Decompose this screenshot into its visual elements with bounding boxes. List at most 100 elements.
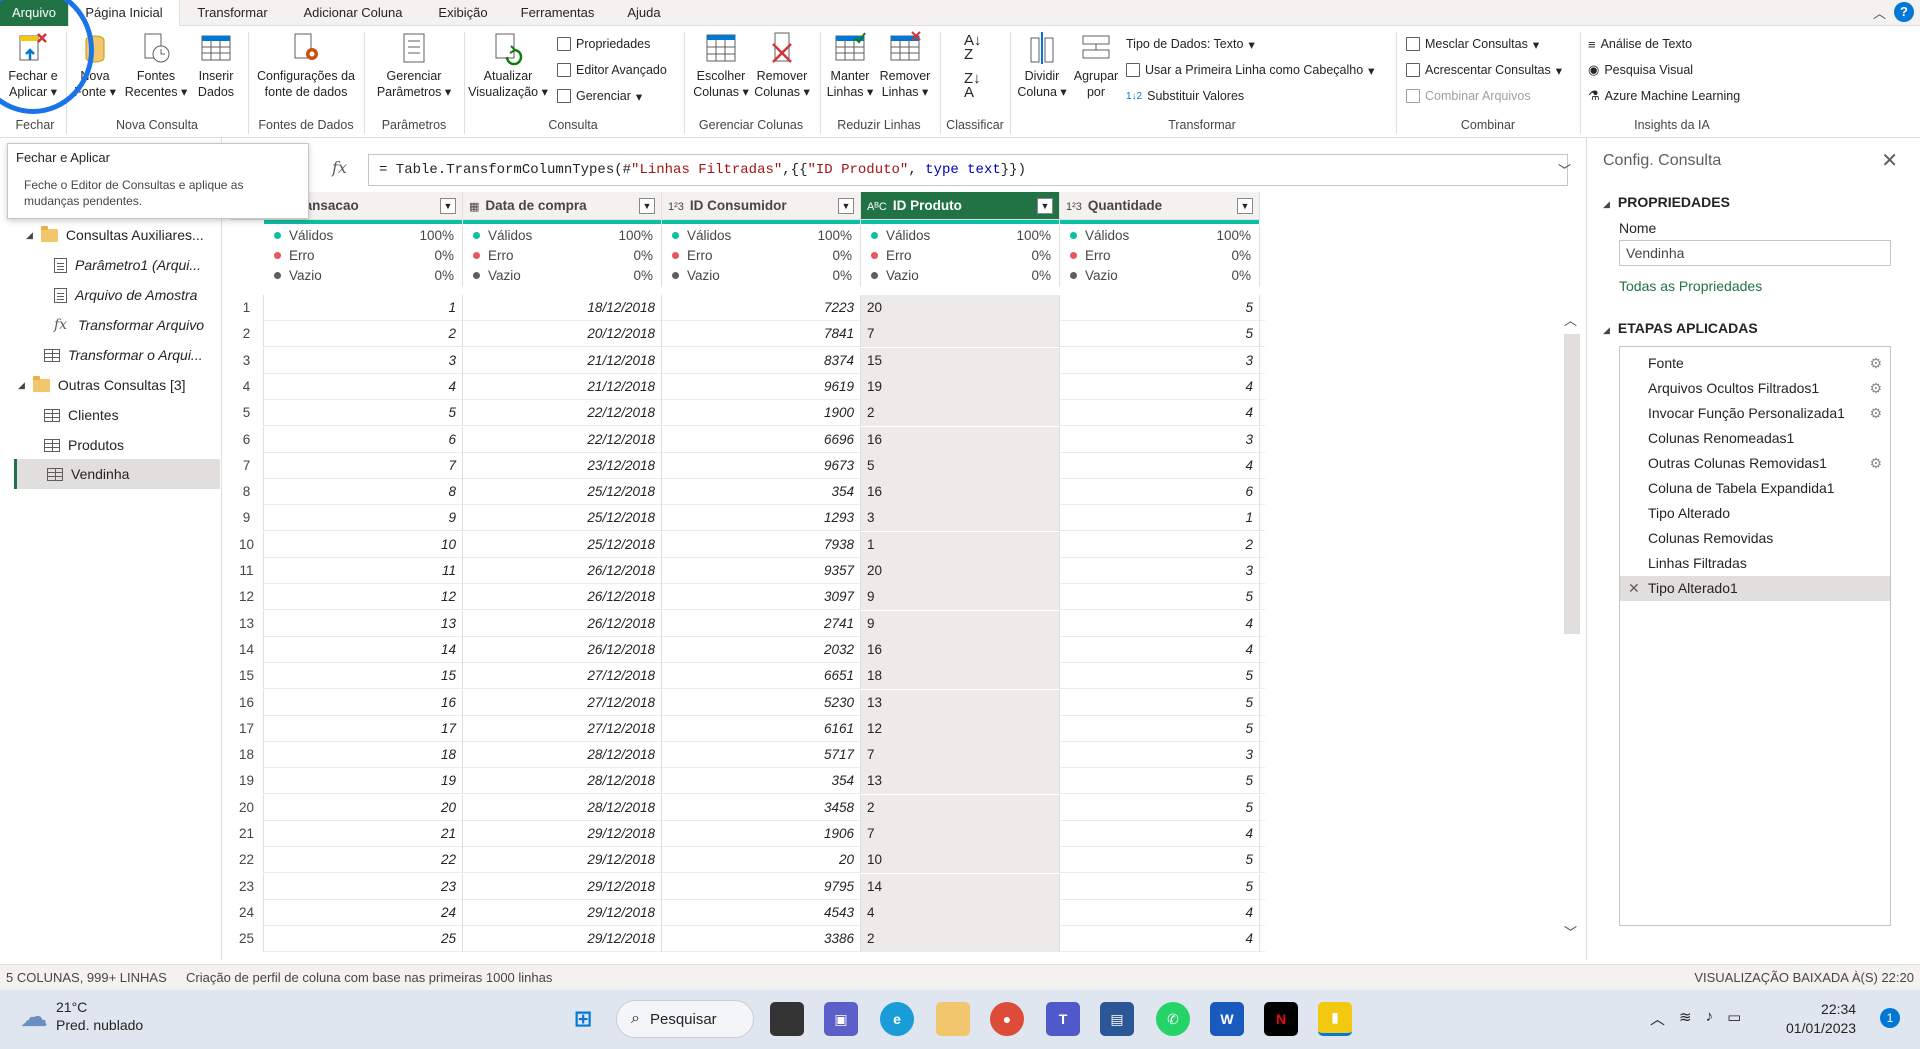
table-row[interactable]: 7 7 23/12/2018 9673 5 4 (230, 452, 1265, 479)
table-row[interactable]: 5 5 22/12/2018 1900 2 4 (230, 400, 1265, 427)
table-cell[interactable]: 7938 (662, 531, 861, 558)
tab-adicionar-coluna[interactable]: Adicionar Coluna (288, 0, 418, 26)
table-cell[interactable]: 2741 (662, 610, 861, 637)
table-cell[interactable]: 3 (1060, 558, 1260, 584)
table-cell[interactable]: 5 (1060, 584, 1260, 611)
folder-consultas-auxiliares[interactable]: ◢ Consultas Auxiliares... (26, 222, 204, 248)
table-cell[interactable]: 20 (861, 295, 1060, 321)
table-cell[interactable]: 4 (861, 899, 1060, 926)
table-row[interactable]: 17 17 27/12/2018 6161 12 5 (230, 715, 1265, 742)
table-cell[interactable]: 9357 (662, 558, 861, 584)
table-cell[interactable]: 21/12/2018 (463, 347, 662, 374)
row-number[interactable]: 17 (230, 715, 264, 742)
battery-icon[interactable]: ▭ (1727, 1008, 1741, 1029)
applied-step[interactable]: Invocar Função Personalizada1 ⚙ (1620, 401, 1890, 426)
column-header[interactable]: 1²3 Quantidade ▼ (1060, 192, 1260, 220)
table-row[interactable]: 1 1 18/12/2018 7223 20 5 (230, 295, 1265, 321)
table-row[interactable]: 13 13 26/12/2018 2741 9 4 (230, 610, 1265, 637)
tab-pagina-inicial[interactable]: Página Inicial (68, 0, 180, 27)
table-cell[interactable]: 2032 (662, 636, 861, 663)
data-type-dropdown[interactable]: Tipo de Dados: Texto ▾ (1126, 34, 1255, 54)
row-number[interactable]: 6 (230, 426, 264, 453)
table-row[interactable]: 4 4 21/12/2018 9619 19 4 (230, 373, 1265, 400)
table-cell[interactable]: 9 (264, 505, 463, 532)
table-cell[interactable]: 8374 (662, 347, 861, 374)
table-cell[interactable]: 3 (1060, 426, 1260, 453)
table-cell[interactable]: 18 (861, 663, 1060, 690)
data-type-icon[interactable]: ▦ (469, 201, 479, 213)
table-cell[interactable]: 7223 (662, 295, 861, 321)
table-row[interactable]: 11 11 26/12/2018 9357 20 3 (230, 558, 1265, 584)
text-analytics-button[interactable]: ≡ Análise de Texto (1588, 34, 1692, 54)
table-cell[interactable]: 5 (264, 400, 463, 427)
table-cell[interactable]: 29/12/2018 (463, 847, 662, 874)
table-cell[interactable]: 27/12/2018 (463, 715, 662, 742)
sort-descending-button[interactable]: Z↓ A (964, 71, 981, 100)
table-cell[interactable]: 16 (861, 426, 1060, 453)
table-cell[interactable]: 3 (1060, 347, 1260, 374)
row-number[interactable]: 12 (230, 584, 264, 611)
table-cell[interactable]: 10 (264, 531, 463, 558)
scroll-up-icon[interactable]: ︿ (1564, 310, 1577, 329)
table-row[interactable]: 19 19 28/12/2018 354 13 5 (230, 768, 1265, 795)
wifi-icon[interactable]: ≋ (1679, 1008, 1692, 1029)
table-cell[interactable]: 26/12/2018 (463, 610, 662, 637)
table-cell[interactable]: 1 (861, 531, 1060, 558)
table-cell[interactable]: 16 (861, 479, 1060, 506)
table-cell[interactable]: 4 (1060, 400, 1260, 427)
table-cell[interactable]: 20 (662, 847, 861, 874)
table-row[interactable]: 3 3 21/12/2018 8374 15 3 (230, 347, 1265, 374)
table-cell[interactable]: 3 (1060, 742, 1260, 769)
table-cell[interactable]: 9619 (662, 373, 861, 400)
table-cell[interactable]: 6 (264, 426, 463, 453)
column-quality-profile[interactable]: Válidos 100% Erro 0% Vazio 0% (264, 225, 463, 287)
row-number[interactable]: 4 (230, 373, 264, 400)
all-properties-link[interactable]: Todas as Propriedades (1619, 278, 1762, 294)
table-cell[interactable]: 5 (1060, 295, 1260, 321)
table-cell[interactable]: 7841 (662, 321, 861, 348)
enter-data-button[interactable]: Inserir Dados (192, 30, 240, 100)
table-row[interactable]: 21 21 29/12/2018 1906 7 4 (230, 821, 1265, 847)
use-first-row-headers-button[interactable]: Usar a Primeira Linha como Cabeçalho ▾ (1126, 60, 1374, 80)
table-cell[interactable]: 29/12/2018 (463, 926, 662, 953)
row-number[interactable]: 2 (230, 321, 264, 348)
table-row[interactable]: 20 20 28/12/2018 3458 2 5 (230, 794, 1265, 821)
combine-files-button[interactable]: Combinar Arquivos (1406, 86, 1531, 106)
table-cell[interactable]: 4 (1060, 610, 1260, 637)
row-number[interactable]: 7 (230, 452, 264, 479)
row-number[interactable]: 10 (230, 531, 264, 558)
table-cell[interactable]: 29/12/2018 (463, 873, 662, 900)
table-row[interactable]: 16 16 27/12/2018 5230 13 5 (230, 689, 1265, 716)
row-number[interactable]: 11 (230, 558, 264, 584)
tab-transformar[interactable]: Transformar (185, 0, 280, 26)
edge-icon[interactable]: e (880, 1002, 914, 1036)
table-cell[interactable]: 26/12/2018 (463, 584, 662, 611)
row-number[interactable]: 22 (230, 847, 264, 874)
table-cell[interactable]: 22/12/2018 (463, 400, 662, 427)
table-cell[interactable]: 20/12/2018 (463, 321, 662, 348)
table-cell[interactable]: 17 (264, 715, 463, 742)
table-cell[interactable]: 23 (264, 873, 463, 900)
table-row[interactable]: 15 15 27/12/2018 6651 18 5 (230, 663, 1265, 690)
table-row[interactable]: 8 8 25/12/2018 354 16 6 (230, 479, 1265, 506)
applied-step[interactable]: Coluna de Tabela Expandida1 (1620, 476, 1890, 501)
table-cell[interactable]: 7 (861, 821, 1060, 847)
table-cell[interactable]: 13 (861, 768, 1060, 795)
table-cell[interactable]: 4543 (662, 899, 861, 926)
gear-icon[interactable]: ⚙ (1869, 451, 1882, 476)
table-cell[interactable]: 6651 (662, 663, 861, 690)
table-cell[interactable]: 9 (861, 610, 1060, 637)
append-queries-button[interactable]: Acrescentar Consultas ▾ (1406, 60, 1562, 80)
notification-badge[interactable]: 1 (1880, 1008, 1900, 1028)
table-cell[interactable]: 5 (1060, 794, 1260, 821)
gear-icon[interactable]: ⚙ (1869, 351, 1882, 376)
recent-sources-button[interactable]: Fontes Recentes ▾ (124, 30, 188, 100)
properties-button[interactable]: Propriedades (557, 34, 650, 54)
table-row[interactable]: 14 14 26/12/2018 2032 16 4 (230, 636, 1265, 663)
table-cell[interactable]: 3386 (662, 926, 861, 953)
query-transformar-o-arquivo[interactable]: Transformar o Arqui... (44, 342, 203, 368)
weather-widget[interactable]: ☁ 21°C Pred. nublado (20, 998, 143, 1034)
table-cell[interactable]: 3 (861, 505, 1060, 532)
table-cell[interactable]: 4 (1060, 821, 1260, 847)
table-cell[interactable]: 2 (1060, 531, 1260, 558)
